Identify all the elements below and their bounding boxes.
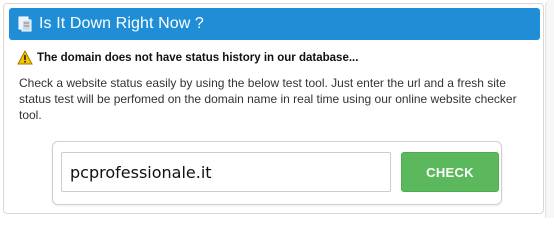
server-icon — [17, 16, 33, 32]
test-tool-box: CHECK — [52, 141, 502, 205]
warning-message: The domain does not have status history … — [17, 50, 358, 65]
warning-text: The domain does not have status history … — [37, 51, 359, 64]
panel-header: Is It Down Right Now ? — [9, 8, 540, 40]
description-text: Check a website status easily by using t… — [19, 76, 517, 122]
url-input[interactable] — [61, 152, 391, 192]
warning-icon — [17, 50, 33, 65]
check-button[interactable]: CHECK — [401, 152, 499, 192]
status-panel: Is It Down Right Now ? The domain does n… — [3, 3, 544, 214]
page-title: Is It Down Right Now ? — [39, 15, 204, 32]
scrollbar-edge — [545, 0, 554, 218]
